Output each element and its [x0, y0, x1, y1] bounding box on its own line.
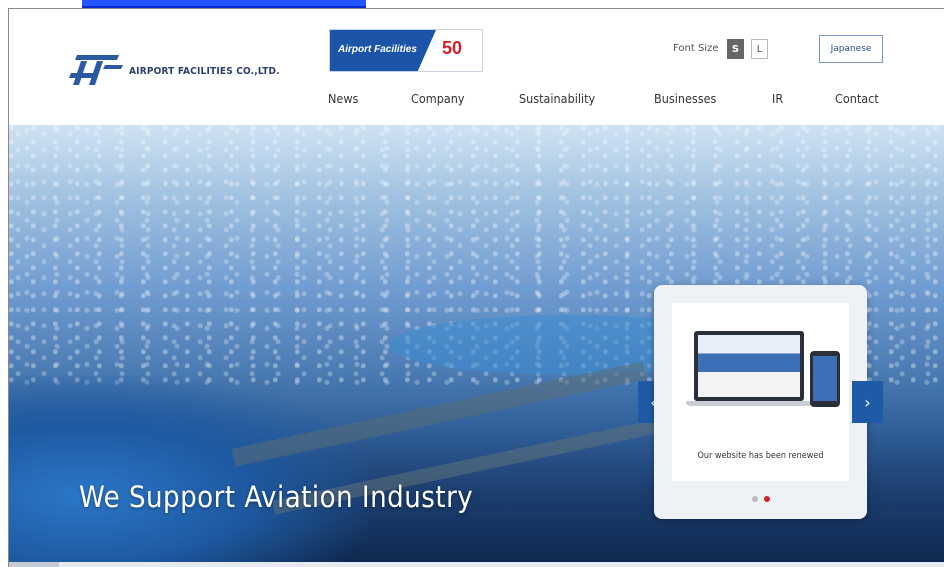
page-frame: AIRPORT FACILITIES CO.,LTD. Airport Faci…	[8, 8, 944, 567]
news-slider-card[interactable]: Our website has been renewed	[654, 285, 867, 519]
bottom-strip	[9, 562, 944, 567]
nav-ir[interactable]: IR	[772, 91, 783, 106]
anniversary-banner[interactable]: Airport Facilities 50	[329, 29, 483, 72]
laptop-base	[686, 401, 812, 406]
company-logo[interactable]: AIRPORT FACILITIES CO.,LTD.	[67, 47, 280, 87]
slide-content[interactable]: Our website has been renewed	[672, 303, 849, 481]
company-name: AIRPORT FACILITIES CO.,LTD.	[129, 65, 280, 77]
laptop-illustration	[694, 331, 804, 401]
nav-news[interactable]: News	[328, 91, 358, 106]
bottom-tab[interactable]	[9, 562, 59, 567]
nav-company[interactable]: Company	[411, 91, 465, 106]
slider-next-button[interactable]: ›	[852, 381, 883, 423]
nav-contact[interactable]: Contact	[835, 91, 879, 106]
logo-mark-icon	[69, 55, 123, 85]
anniversary-label: Airport Facilities	[338, 44, 417, 55]
slide-text: Our website has been renewed	[697, 451, 824, 461]
anniversary-number: 50	[442, 38, 463, 58]
language-button[interactable]: Japanese	[819, 35, 883, 63]
font-size-label: Font Size	[673, 43, 719, 54]
phone-screen	[813, 356, 837, 401]
hero-sea	[9, 375, 369, 562]
font-size-large-button[interactable]: L	[751, 39, 768, 59]
nav-businesses[interactable]: Businesses	[654, 91, 716, 106]
slider-dot-2-active[interactable]	[764, 496, 770, 502]
laptop-screen	[698, 335, 800, 397]
slider-dot-1[interactable]	[752, 496, 758, 502]
phone-illustration	[810, 351, 840, 407]
hero-image: We Support Aviation Industry ‹ Our websi…	[9, 125, 944, 562]
chevron-right-icon: ›	[864, 392, 871, 412]
hero-caption: We Support Aviation Industry	[79, 480, 474, 514]
nav-sustainability[interactable]: Sustainability	[519, 91, 595, 106]
font-size-small-button[interactable]: S	[727, 39, 744, 59]
top-link-highlight[interactable]	[82, 0, 366, 8]
